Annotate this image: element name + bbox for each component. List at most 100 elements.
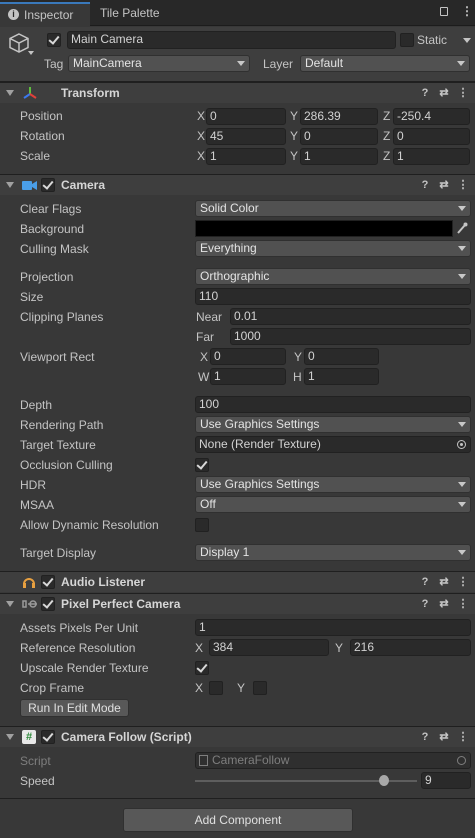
scale-z-field[interactable]: 1 xyxy=(393,148,470,165)
tab-tile-palette[interactable]: Tile Palette xyxy=(100,2,180,26)
viewport-h-field[interactable]: 1 xyxy=(304,368,379,385)
more-options-icon[interactable]: ⋮ xyxy=(457,86,469,100)
rotation-x-axis[interactable]: X xyxy=(197,128,205,144)
near-field[interactable]: 0.01 xyxy=(230,308,471,325)
presets-icon[interactable]: ⇄ xyxy=(438,730,450,744)
audio-listener-enabled-toggle[interactable] xyxy=(41,575,55,589)
object-picker-icon[interactable] xyxy=(457,440,466,449)
target-texture-field[interactable]: None (Render Texture) xyxy=(195,436,471,453)
more-options-icon[interactable]: ⋮ xyxy=(457,178,469,192)
speed-field[interactable]: 9 xyxy=(421,772,471,789)
viewport-y-axis[interactable]: Y xyxy=(294,349,302,365)
static-toggle[interactable] xyxy=(400,33,414,47)
viewport-w-field[interactable]: 1 xyxy=(210,368,286,385)
eyedropper-icon[interactable] xyxy=(455,220,469,237)
foldout-arrow-icon[interactable] xyxy=(6,734,14,740)
hdr-dropdown[interactable]: Use Graphics Settings xyxy=(195,476,471,493)
rotation-y-axis[interactable]: Y xyxy=(290,128,298,144)
near-label[interactable]: Near xyxy=(196,309,222,325)
more-options-icon[interactable]: ⋮ xyxy=(457,730,469,744)
presets-icon[interactable]: ⇄ xyxy=(438,597,450,611)
viewport-h-axis[interactable]: H xyxy=(293,369,302,385)
culling-mask-dropdown[interactable]: Everything xyxy=(195,240,471,257)
transform-title: Transform xyxy=(61,86,120,100)
crop-x-checkbox[interactable] xyxy=(209,681,223,695)
crop-y-checkbox[interactable] xyxy=(253,681,267,695)
reference-x-field[interactable]: 384 xyxy=(209,639,329,656)
position-z-field[interactable]: -250.4 xyxy=(393,108,470,125)
pixel-perfect-header[interactable]: Pixel Perfect Camera ? ⇄ ⋮ xyxy=(0,593,475,614)
background-color-swatch[interactable] xyxy=(195,220,453,237)
audio-listener-header[interactable]: Audio Listener ? ⇄ ⋮ xyxy=(0,571,475,592)
layer-dropdown[interactable]: Default xyxy=(300,55,470,72)
tab-inspector[interactable]: i Inspector xyxy=(0,2,90,26)
upscale-render-texture-checkbox[interactable] xyxy=(195,661,209,675)
help-icon[interactable]: ? xyxy=(419,86,431,100)
position-y-field[interactable]: 286.39 xyxy=(300,108,378,125)
foldout-arrow-icon[interactable] xyxy=(6,601,14,607)
foldout-arrow-icon[interactable] xyxy=(6,90,14,96)
speed-slider-thumb[interactable] xyxy=(378,775,389,786)
rotation-z-field[interactable]: 0 xyxy=(393,128,470,145)
target-display-dropdown[interactable]: Display 1 xyxy=(195,544,471,561)
viewport-x-field[interactable]: 0 xyxy=(210,348,286,365)
object-name-input[interactable]: Main Camera xyxy=(67,31,396,49)
more-options-icon[interactable]: ⋮ xyxy=(457,575,469,589)
help-icon[interactable]: ? xyxy=(419,597,431,611)
more-options-icon[interactable]: ⋮ xyxy=(461,4,473,18)
camera-follow-header[interactable]: # Camera Follow (Script) ? ⇄ ⋮ xyxy=(0,726,475,747)
rotation-y-field[interactable]: 0 xyxy=(300,128,378,145)
projection-label: Projection xyxy=(20,270,74,284)
size-field[interactable]: 110 xyxy=(195,288,471,305)
transform-header[interactable]: Transform ? ⇄ ⋮ xyxy=(0,82,475,103)
camera-follow-enabled-toggle[interactable] xyxy=(41,730,55,744)
active-toggle[interactable] xyxy=(47,33,61,47)
presets-icon[interactable]: ⇄ xyxy=(438,575,450,589)
presets-icon[interactable]: ⇄ xyxy=(438,178,450,192)
run-in-edit-mode-button[interactable]: Run In Edit Mode xyxy=(20,699,129,717)
msaa-dropdown[interactable]: Off xyxy=(195,496,471,513)
position-y-axis[interactable]: Y xyxy=(290,108,298,124)
position-z-axis[interactable]: Z xyxy=(383,108,390,124)
camera-enabled-toggle[interactable] xyxy=(41,178,55,192)
scale-x-axis[interactable]: X xyxy=(197,148,205,164)
scale-x-field[interactable]: 1 xyxy=(206,148,286,165)
ref-y-axis[interactable]: Y xyxy=(335,640,343,656)
far-field[interactable]: 1000 xyxy=(230,328,471,345)
tab-bar: i Inspector Tile Palette ⋮ xyxy=(0,0,475,26)
lock-icon[interactable] xyxy=(440,7,448,16)
tag-dropdown[interactable]: MainCamera xyxy=(68,55,250,72)
presets-icon[interactable]: ⇄ xyxy=(438,86,450,100)
static-dropdown-caret[interactable] xyxy=(463,38,471,43)
clear-flags-dropdown[interactable]: Solid Color xyxy=(195,200,471,217)
rendering-path-dropdown[interactable]: Use Graphics Settings xyxy=(195,416,471,433)
pixel-perfect-enabled-toggle[interactable] xyxy=(41,597,55,611)
far-label[interactable]: Far xyxy=(196,329,214,345)
cube-icon[interactable] xyxy=(8,32,30,54)
pixels-per-unit-field[interactable]: 1 xyxy=(195,619,471,636)
projection-dropdown[interactable]: Orthographic xyxy=(195,268,471,285)
position-x-field[interactable]: 0 xyxy=(206,108,286,125)
occlusion-culling-checkbox[interactable] xyxy=(195,458,209,472)
rotation-z-axis[interactable]: Z xyxy=(383,128,390,144)
help-icon[interactable]: ? xyxy=(419,178,431,192)
icon-dropdown-caret[interactable] xyxy=(28,51,34,55)
ref-x-axis[interactable]: X xyxy=(195,640,203,656)
foldout-arrow-icon[interactable] xyxy=(6,182,14,188)
rotation-x-field[interactable]: 45 xyxy=(206,128,286,145)
scale-y-axis[interactable]: Y xyxy=(290,148,298,164)
more-options-icon[interactable]: ⋮ xyxy=(457,597,469,611)
viewport-w-axis[interactable]: W xyxy=(198,369,209,385)
reference-y-field[interactable]: 216 xyxy=(350,639,471,656)
scale-y-field[interactable]: 1 xyxy=(300,148,378,165)
help-icon[interactable]: ? xyxy=(419,575,431,589)
scale-z-axis[interactable]: Z xyxy=(383,148,390,164)
viewport-x-axis[interactable]: X xyxy=(200,349,208,365)
add-component-button[interactable]: Add Component xyxy=(123,808,353,832)
depth-field[interactable]: 100 xyxy=(195,396,471,413)
dynamic-resolution-checkbox[interactable] xyxy=(195,518,209,532)
viewport-y-field[interactable]: 0 xyxy=(304,348,379,365)
position-x-axis[interactable]: X xyxy=(197,108,205,124)
help-icon[interactable]: ? xyxy=(419,730,431,744)
camera-header[interactable]: Camera ? ⇄ ⋮ xyxy=(0,174,475,195)
